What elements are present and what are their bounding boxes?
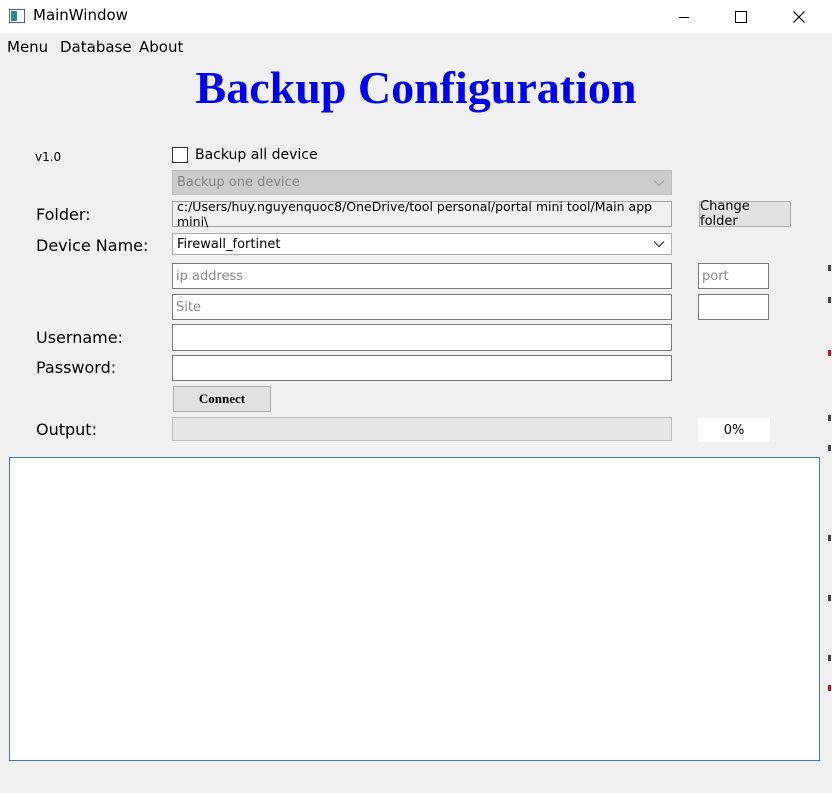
site-placeholder: Site: [176, 299, 201, 315]
username-label: Username:: [36, 328, 123, 347]
change-folder-button[interactable]: Change folder: [699, 199, 791, 229]
password-input[interactable]: [172, 355, 672, 381]
close-icon: [793, 10, 805, 23]
connect-button[interactable]: Connect: [173, 386, 271, 412]
output-label: Output:: [36, 420, 97, 439]
menu-menu[interactable]: Menu: [7, 38, 48, 56]
backup-one-device-value: Backup one device: [177, 175, 300, 190]
maximize-icon: [735, 10, 747, 23]
port-input[interactable]: port: [698, 263, 769, 289]
progress-percent: 0%: [698, 418, 770, 442]
version-label: v1.0: [35, 150, 62, 164]
maximize-button[interactable]: [718, 0, 764, 33]
backup-all-label[interactable]: Backup all device: [195, 147, 318, 163]
menu-database[interactable]: Database: [60, 38, 132, 56]
backup-one-device-select[interactable]: Backup one device: [172, 170, 672, 195]
password-label: Password:: [36, 358, 117, 377]
site-extra-input[interactable]: [698, 294, 769, 320]
ip-address-input[interactable]: ip address: [172, 263, 672, 289]
device-name-value: Firewall_fortinet: [177, 236, 281, 252]
device-name-select[interactable]: Firewall_fortinet: [172, 233, 672, 255]
output-text-area[interactable]: [9, 457, 820, 761]
port-placeholder: port: [702, 268, 729, 284]
device-name-label: Device Name:: [36, 236, 149, 255]
site-input[interactable]: Site: [172, 294, 672, 320]
username-input[interactable]: [172, 324, 672, 351]
ip-address-placeholder: ip address: [176, 268, 244, 284]
backup-all-checkbox[interactable]: [172, 147, 188, 163]
menu-about[interactable]: About: [139, 38, 183, 56]
folder-path-field[interactable]: c:/Users/huy.nguyenquoc8/OneDrive/tool p…: [172, 199, 672, 229]
folder-label: Folder:: [36, 205, 91, 224]
minimize-icon: [679, 16, 689, 18]
app-icon: [9, 9, 25, 23]
page-title: Backup Configuration: [195, 62, 637, 113]
chevron-down-icon: [653, 179, 665, 186]
folder-path-value: c:/Users/huy.nguyenquoc8/OneDrive/tool p…: [177, 199, 653, 229]
window-title: MainWindow: [33, 6, 128, 24]
background-window-edge: [828, 255, 832, 705]
chevron-down-icon: [653, 241, 665, 248]
progress-bar: [172, 417, 672, 441]
minimize-button[interactable]: [661, 0, 707, 33]
close-button[interactable]: [776, 0, 822, 33]
